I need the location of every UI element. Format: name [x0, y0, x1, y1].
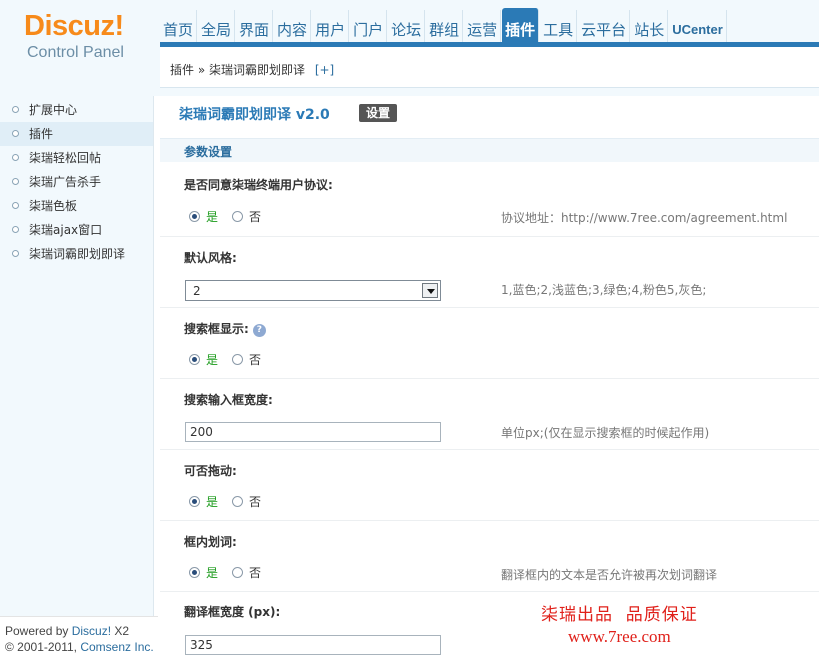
top-nav: 首页 全局 界面 内容 用户 门户 论坛 群组 运营 插件 工具 云平台 站长 …: [160, 8, 728, 42]
nav-operation[interactable]: 运营: [464, 10, 502, 42]
setting-label: 搜索输入框宽度:: [184, 393, 273, 407]
comsenz-link[interactable]: Comsenz Inc.: [80, 640, 153, 654]
promo-slogan: 柒瑞出品 品质保证: [541, 605, 698, 625]
sidebar-item-translator[interactable]: 柒瑞词霸即划即译: [0, 242, 153, 266]
sidebar-item-ajax-window[interactable]: 柒瑞ajax窗口: [0, 218, 153, 242]
settings-button[interactable]: 设置: [359, 104, 398, 122]
sidebar-item-plugins[interactable]: 插件: [0, 122, 153, 146]
setting-hint: 1,蓝色;2,浅蓝色;3,绿色;4,粉色5,灰色;: [501, 283, 707, 297]
nav-forum[interactable]: 论坛: [388, 10, 426, 42]
dropdown-arrow-icon[interactable]: [422, 283, 438, 298]
sidebar-item-quick-reply[interactable]: 柒瑞轻松回帖: [0, 146, 153, 170]
radio-yes[interactable]: [189, 354, 200, 365]
nav-home[interactable]: 首页: [160, 10, 198, 42]
bullet-icon: [12, 202, 19, 209]
nav-plugin[interactable]: 插件: [502, 8, 540, 42]
bullet-icon: [12, 250, 19, 257]
setting-hint: 协议地址：http://www.7ree.com/agreement.html: [501, 211, 788, 225]
promo-url: www.7ree.com: [568, 627, 671, 646]
radio-yes[interactable]: [189, 496, 200, 507]
radio-group-search-box: 是 否: [189, 351, 275, 368]
radio-yes-label[interactable]: 是: [206, 208, 218, 225]
setting-row-agree: 是否同意柒瑞终端用户协议: 是 否 协议地址：http://www.7ree.c…: [160, 162, 819, 237]
setting-label: 搜索框显示:?: [184, 320, 266, 337]
setting-label: 框内划词:: [184, 535, 237, 549]
radio-yes[interactable]: [189, 567, 200, 578]
section-header: 参数设置: [160, 138, 819, 162]
radio-no[interactable]: [232, 354, 244, 365]
breadcrumb: 插件 » 柒瑞词霸即划即译 [+]: [160, 47, 819, 88]
nav-ucenter[interactable]: UCenter: [669, 10, 727, 42]
radio-no[interactable]: [232, 496, 244, 507]
radio-no-label[interactable]: 否: [249, 564, 261, 581]
radio-yes-label[interactable]: 是: [206, 493, 218, 510]
radio-yes-label[interactable]: 是: [206, 351, 218, 368]
sidebar-item-ad-killer[interactable]: 柒瑞广告杀手: [0, 170, 153, 194]
radio-yes-label[interactable]: 是: [206, 564, 218, 581]
radio-group-agree: 是 否: [189, 208, 275, 225]
setting-label: 可否拖动:: [184, 464, 237, 478]
bullet-icon: [12, 154, 19, 161]
logo[interactable]: Discuz! Control Panel: [0, 0, 158, 96]
discuz-link[interactable]: Discuz!: [72, 624, 111, 638]
plugin-title: 柒瑞词霸即划即译 v2.0: [179, 107, 330, 123]
footer: Powered by Discuz! X2 © 2001-2011, Comse…: [0, 616, 158, 660]
radio-no-label[interactable]: 否: [249, 208, 261, 225]
nav-group[interactable]: 群组: [426, 10, 464, 42]
promo-watermark: 柒瑞出品 品质保证 www.7ree.com: [541, 600, 698, 647]
nav-user[interactable]: 用户: [312, 10, 350, 42]
breadcrumb-text: 插件 » 柒瑞词霸即划即译: [170, 63, 305, 77]
powered-by: Powered by Discuz! X2: [5, 624, 130, 638]
copyright: © 2001-2011, Comsenz Inc.: [5, 640, 154, 654]
bullet-icon: [12, 178, 19, 185]
radio-group-draggable: 是 否: [189, 493, 275, 510]
bullet-icon: [12, 226, 19, 233]
setting-label: 默认风格:: [184, 251, 237, 265]
setting-row-search-box: 搜索框显示:? 是 否: [160, 308, 819, 379]
setting-row-search-width: 搜索输入框宽度: 200 单位px;(仅在显示搜索框的时候起作用): [160, 379, 819, 450]
radio-yes[interactable]: [189, 211, 200, 222]
sidebar-item-color-board[interactable]: 柒瑞色板: [0, 194, 153, 218]
setting-label: 翻译框宽度 (px):: [184, 605, 281, 619]
sidebar: 扩展中心 插件 柒瑞轻松回帖 柒瑞广告杀手 柒瑞色板 柒瑞ajax窗口 柒瑞词霸…: [0, 96, 154, 660]
setting-row-trans-width: 翻译框宽度 (px): 325: [160, 592, 819, 660]
nav-content[interactable]: 内容: [274, 10, 312, 42]
setting-label: 是否同意柒瑞终端用户协议:: [184, 178, 333, 192]
logo-text: Discuz!: [24, 10, 124, 42]
setting-row-draggable: 可否拖动: 是 否: [160, 450, 819, 521]
search-width-input[interactable]: 200: [185, 422, 441, 442]
bullet-icon: [12, 106, 19, 113]
nav-webmaster[interactable]: 站长: [631, 10, 669, 42]
nav-style[interactable]: 界面: [236, 10, 274, 42]
radio-group-in-box: 是 否: [189, 564, 275, 581]
style-select[interactable]: 2: [185, 280, 441, 301]
radio-no[interactable]: [232, 211, 244, 222]
sidebar-item-extension-center[interactable]: 扩展中心: [0, 98, 153, 122]
nav-cloud[interactable]: 云平台: [578, 10, 631, 42]
setting-row-in-box: 框内划词: 是 否 翻译框内的文本是否允许被再次划词翻译: [160, 521, 819, 592]
header: Discuz! Control Panel 首页 全局 界面 内容 用户 门户 …: [0, 0, 819, 96]
radio-no[interactable]: [232, 567, 244, 578]
bullet-icon: [12, 130, 19, 137]
nav-tools[interactable]: 工具: [540, 10, 578, 42]
setting-hint: 翻译框内的文本是否允许被再次划词翻译: [501, 568, 718, 582]
nav-global[interactable]: 全局: [198, 10, 236, 42]
setting-row-style: 默认风格: 2 1,蓝色;2,浅蓝色;3,绿色;4,粉色5,灰色;: [160, 237, 819, 308]
radio-no-label[interactable]: 否: [249, 493, 261, 510]
radio-no-label[interactable]: 否: [249, 351, 261, 368]
nav-portal[interactable]: 门户: [350, 10, 388, 42]
setting-hint: 单位px;(仅在显示搜索框的时候起作用): [501, 426, 710, 440]
add-to-menu-link[interactable]: [+]: [315, 63, 334, 77]
logo-subtitle: Control Panel: [27, 44, 124, 61]
help-icon[interactable]: ?: [252, 324, 266, 337]
trans-width-input[interactable]: 325: [185, 635, 441, 655]
main-content: 柒瑞词霸即划即译 v2.0 设置 参数设置 是否同意柒瑞终端用户协议: 是 否 …: [160, 96, 819, 660]
